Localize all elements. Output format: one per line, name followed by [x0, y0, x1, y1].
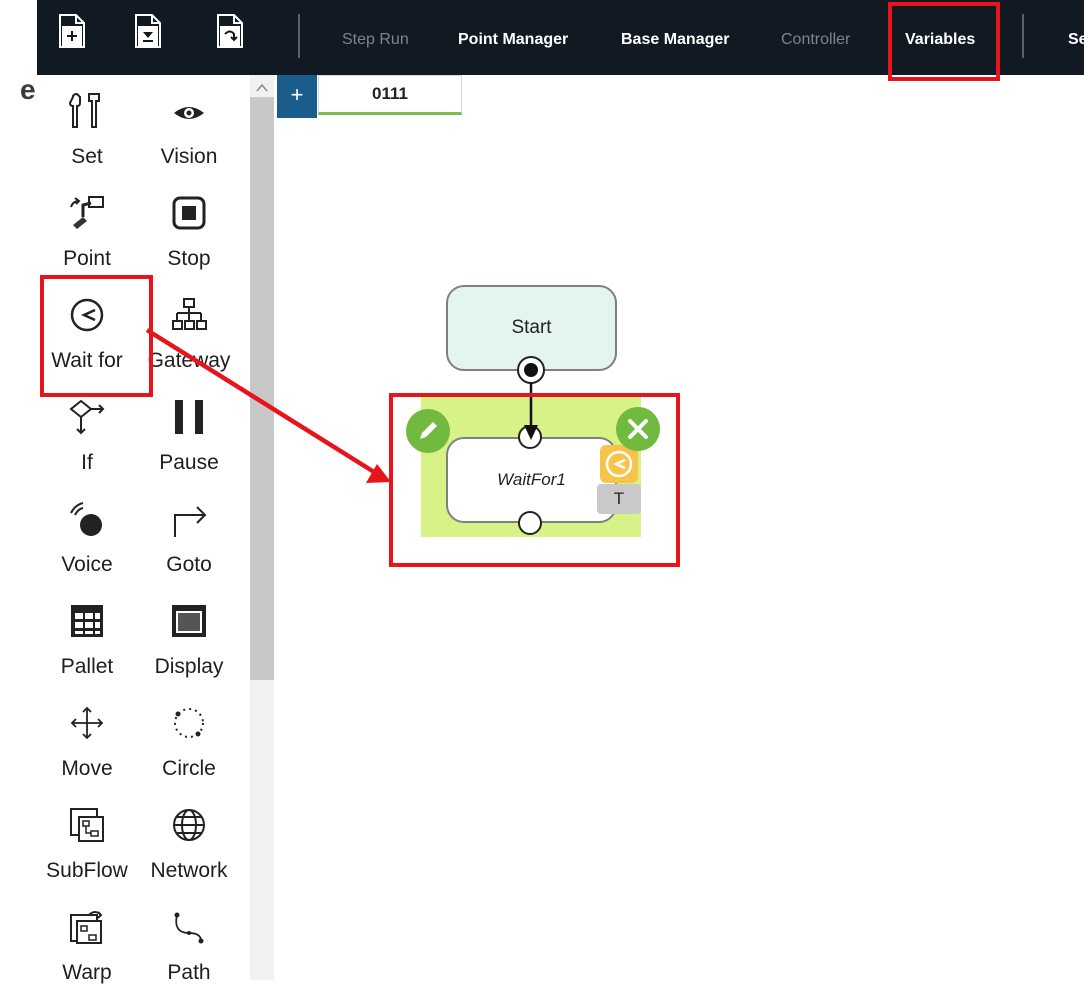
path-icon [171, 909, 207, 945]
move-icon [69, 705, 105, 741]
palette-item-vision[interactable]: Vision [139, 75, 239, 175]
tab-0111[interactable]: 0111 [318, 75, 462, 115]
pause-icon [171, 399, 207, 435]
robot-arm-icon [69, 195, 105, 231]
palette-label: Pause [159, 451, 219, 474]
tools-icon [68, 92, 105, 129]
palette-item-pause[interactable]: Pause [139, 381, 239, 481]
subflow-icon [69, 807, 105, 843]
palette-label: Vision [160, 145, 218, 168]
palette-item-pallet[interactable]: Pallet [37, 585, 137, 685]
palette-item-goto[interactable]: Goto [139, 483, 239, 583]
palette-item-circle[interactable]: Circle [139, 687, 239, 787]
start-node[interactable]: Start [446, 285, 617, 371]
voice-icon [69, 501, 105, 537]
save-file-icon[interactable] [135, 14, 161, 48]
cut-off-text: e [20, 74, 36, 105]
toolbar-divider [1022, 14, 1024, 58]
settings-button-partial[interactable]: Se [1068, 31, 1084, 49]
palette-label: Path [167, 961, 211, 984]
circle-dotted-icon [171, 705, 207, 741]
step-run-button[interactable]: Step Run [342, 31, 409, 49]
palette-item-network[interactable]: Network [139, 789, 239, 889]
palette-label: Pallet [60, 655, 114, 678]
globe-icon [171, 807, 207, 843]
decision-icon [69, 399, 105, 435]
palette-item-path[interactable]: Path [139, 891, 239, 991]
scroll-up-icon[interactable] [256, 80, 268, 92]
palette-scrollbar-thumb[interactable] [250, 97, 274, 680]
palette-item-move[interactable]: Move [37, 687, 137, 787]
palette-label: Set [71, 145, 103, 168]
palette-label: SubFlow [46, 859, 128, 882]
goto-arrow-icon [171, 501, 207, 537]
palette-label: Stop [167, 247, 211, 270]
add-tab-button[interactable]: + [277, 75, 317, 118]
palette-label: Network [150, 859, 228, 882]
wait-for-highlight-box [40, 275, 153, 397]
eye-icon [171, 93, 207, 129]
palette-item-gateway[interactable]: Gateway [139, 279, 239, 379]
palette-label: Move [61, 757, 113, 780]
new-file-icon[interactable] [59, 14, 85, 48]
palette-label: Voice [61, 553, 113, 576]
node-palette: Set Vision Point Stop Wait for Gateway I… [37, 75, 250, 984]
display-icon [171, 603, 207, 639]
palette-item-voice[interactable]: Voice [37, 483, 137, 583]
open-file-icon[interactable] [217, 14, 243, 48]
wait-node-highlight-box [389, 393, 680, 567]
palette-label: Gateway [147, 349, 231, 372]
variables-highlight-box [888, 2, 1000, 81]
base-manager-button[interactable]: Base Manager [621, 31, 730, 49]
palette-item-warp[interactable]: Warp [37, 891, 137, 991]
controller-button[interactable]: Controller [781, 31, 850, 49]
palette-label: If [81, 451, 93, 474]
grid-icon [69, 603, 105, 639]
stop-icon [171, 195, 207, 231]
palette-item-stop[interactable]: Stop [139, 177, 239, 277]
toolbar-divider [298, 14, 300, 58]
palette-label: Display [154, 655, 224, 678]
palette-label: Point [63, 247, 111, 270]
palette-item-point[interactable]: Point [37, 177, 137, 277]
hierarchy-icon [171, 297, 207, 333]
warp-icon [69, 909, 105, 945]
palette-label: Circle [162, 757, 216, 780]
palette-label: Goto [166, 553, 212, 576]
point-manager-button[interactable]: Point Manager [458, 31, 568, 49]
palette-item-set[interactable]: Set [37, 75, 137, 175]
palette-item-display[interactable]: Display [139, 585, 239, 685]
palette-label: Warp [62, 961, 112, 984]
palette-item-subflow[interactable]: SubFlow [37, 789, 137, 889]
